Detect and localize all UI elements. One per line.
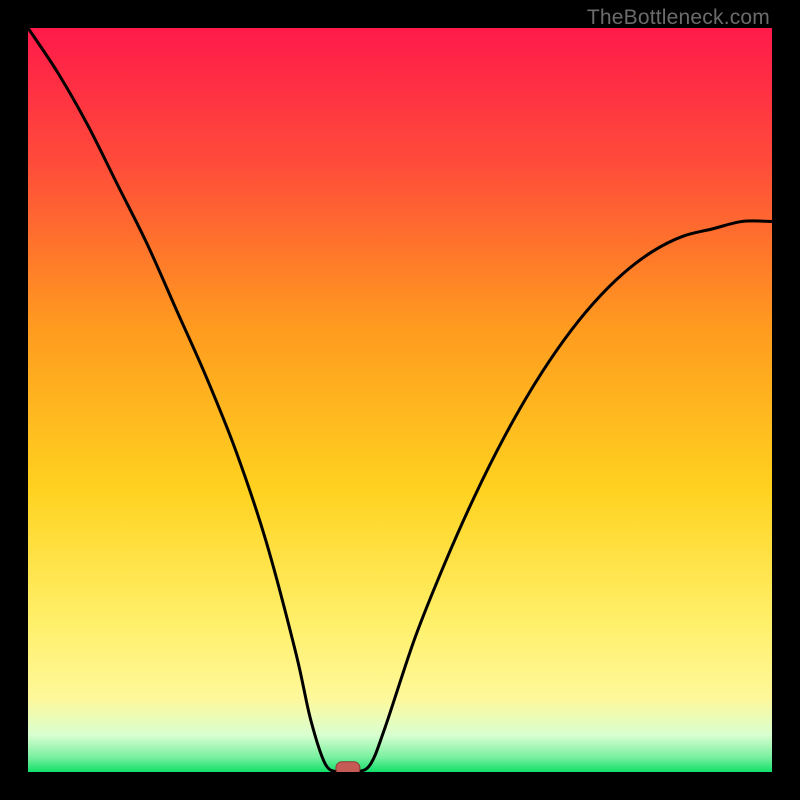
optimal-marker xyxy=(336,762,360,772)
plot-area xyxy=(28,28,772,772)
bottleneck-chart xyxy=(28,28,772,772)
chart-frame: TheBottleneck.com xyxy=(0,0,800,800)
watermark-text: TheBottleneck.com xyxy=(587,6,770,30)
gradient-background xyxy=(28,28,772,772)
